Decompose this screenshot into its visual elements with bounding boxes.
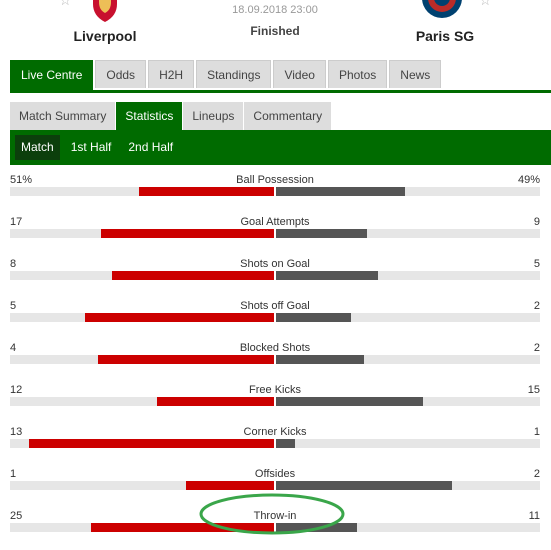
away-bar-track — [276, 229, 540, 238]
stat-bar — [10, 355, 540, 364]
stat-bar — [10, 229, 540, 238]
home-team-name[interactable]: Liverpool — [35, 28, 175, 44]
away-bar-track — [276, 481, 540, 490]
home-bar-fill — [101, 229, 274, 238]
away-bar-track — [276, 271, 540, 280]
stat-name: Offsides — [254, 468, 296, 480]
away-stat-value: 15 — [527, 384, 540, 396]
stat-row: 4 Blocked Shots 2 — [10, 340, 540, 382]
tab-h2h[interactable]: H2H — [148, 60, 195, 88]
home-bar-track — [10, 439, 274, 448]
away-stat-value: 2 — [533, 300, 540, 312]
tab-1st-half[interactable]: 1st Half — [65, 135, 118, 160]
away-bar-track — [276, 313, 540, 322]
home-bar-fill — [91, 523, 274, 532]
match-status: Finished — [250, 24, 300, 38]
away-bar-fill — [276, 271, 378, 280]
tab-news[interactable]: News — [389, 60, 442, 88]
home-bar-track — [10, 523, 274, 532]
away-bar-fill — [276, 229, 367, 238]
home-bar-fill — [186, 481, 274, 490]
stat-row: 51% Ball Possession 49% — [10, 172, 540, 214]
home-bar-track — [10, 229, 274, 238]
stat-name: Ball Possession — [236, 174, 314, 186]
away-bar-fill — [276, 313, 351, 322]
stat-name: Blocked Shots — [239, 342, 311, 354]
main-tab-bar: Live Centre Odds H2H Standings Video Pho… — [10, 60, 551, 93]
away-bar-track — [276, 397, 540, 406]
tab-photos[interactable]: Photos — [327, 60, 388, 88]
away-bar-fill — [276, 355, 364, 364]
stat-name: Shots on Goal — [240, 258, 310, 270]
home-bar-track — [10, 313, 274, 322]
tab-video[interactable]: Video — [273, 60, 326, 88]
tab-2nd-half[interactable]: 2nd Half — [122, 135, 179, 160]
sub-tab-bar: Match Summary Statistics Lineups Comment… — [10, 102, 551, 130]
away-team-name[interactable]: Paris SG — [375, 28, 515, 44]
stat-bar — [10, 187, 540, 196]
psg-crest-icon — [422, 0, 462, 18]
away-stat-value: 9 — [533, 216, 540, 228]
away-stat-value: 5 — [533, 258, 540, 270]
match-date: 18.09.2018 23:00 — [232, 4, 318, 16]
away-stat-value: 49% — [517, 174, 540, 186]
favorite-star-icon[interactable]: ☆ — [59, 0, 72, 9]
tab-commentary[interactable]: Commentary — [244, 102, 332, 130]
tab-odds[interactable]: Odds — [95, 60, 147, 88]
stat-bar — [10, 271, 540, 280]
home-bar-track — [10, 397, 274, 406]
home-bar-fill — [85, 313, 274, 322]
stat-name: Throw-in — [253, 510, 297, 522]
away-bar-track — [276, 187, 540, 196]
stat-bar — [10, 439, 540, 448]
away-bar-fill — [276, 187, 405, 196]
away-bar-track — [276, 355, 540, 364]
stat-row: 13 Corner Kicks 1 — [10, 424, 540, 466]
tab-standings[interactable]: Standings — [196, 60, 272, 88]
tab-lineups[interactable]: Lineups — [183, 102, 244, 130]
away-stat-value: 2 — [533, 342, 540, 354]
home-bar-fill — [112, 271, 274, 280]
away-stat-value: 2 — [533, 468, 540, 480]
home-bar-track — [10, 355, 274, 364]
home-bar-fill — [139, 187, 274, 196]
stat-bar — [10, 523, 540, 532]
stat-bar — [10, 481, 540, 490]
stat-row: 25 Throw-in 11 — [10, 508, 540, 550]
stat-row: 5 Shots off Goal 2 — [10, 298, 540, 340]
away-bar-fill — [276, 481, 452, 490]
match-header: ☆ Liverpool 18.09.2018 23:00 Finished ☆ … — [0, 0, 551, 60]
away-bar-fill — [276, 397, 423, 406]
away-stat-value: 1 — [533, 426, 540, 438]
tab-statistics[interactable]: Statistics — [116, 102, 183, 130]
away-bar-fill — [276, 439, 295, 448]
stat-bar — [10, 397, 540, 406]
home-bar-track — [10, 271, 274, 280]
period-tab-bar: Match 1st Half 2nd Half — [10, 130, 551, 165]
stat-name: Corner Kicks — [243, 426, 307, 438]
home-bar-fill — [98, 355, 274, 364]
home-bar-fill — [29, 439, 274, 448]
away-bar-fill — [276, 523, 357, 532]
stat-row: 8 Shots on Goal 5 — [10, 256, 540, 298]
away-stat-value: 11 — [528, 510, 540, 522]
tab-match[interactable]: Match — [15, 135, 60, 160]
stat-row: 17 Goal Attempts 9 — [10, 214, 540, 256]
stat-bar — [10, 313, 540, 322]
stat-row: 12 Free Kicks 15 — [10, 382, 540, 424]
tab-live-centre[interactable]: Live Centre — [10, 60, 94, 90]
favorite-star-icon[interactable]: ☆ — [479, 0, 492, 9]
stat-name: Shots off Goal — [240, 300, 310, 312]
stat-name: Goal Attempts — [240, 216, 310, 228]
liverpool-crest-icon — [93, 0, 117, 22]
away-bar-track — [276, 439, 540, 448]
home-bar-fill — [157, 397, 274, 406]
home-bar-track — [10, 187, 274, 196]
tab-match-summary[interactable]: Match Summary — [10, 102, 116, 130]
away-bar-track — [276, 523, 540, 532]
stat-name: Free Kicks — [249, 384, 301, 396]
stat-row: 1 Offsides 2 — [10, 466, 540, 508]
home-bar-track — [10, 481, 274, 490]
